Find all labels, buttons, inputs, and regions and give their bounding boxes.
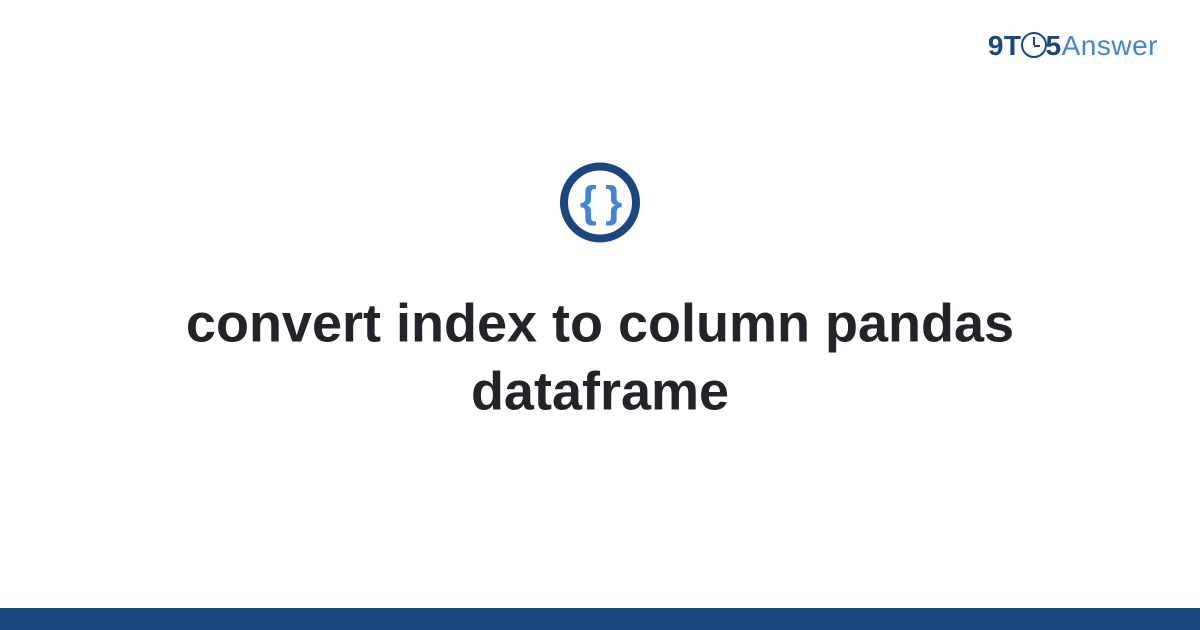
site-logo: 9T 5Answer (988, 30, 1158, 62)
logo-text-5: 5 (1046, 30, 1062, 61)
logo-text-answer: Answer (1062, 30, 1158, 61)
page-title: convert index to column pandas dataframe (0, 290, 1200, 425)
logo-text-9t: 9T (988, 30, 1022, 61)
code-braces-icon: { } (560, 162, 640, 242)
main-content: { } convert index to column pandas dataf… (0, 162, 1200, 425)
footer-bar (0, 608, 1200, 630)
braces-glyph: { } (580, 180, 620, 224)
clock-icon (1021, 32, 1047, 58)
